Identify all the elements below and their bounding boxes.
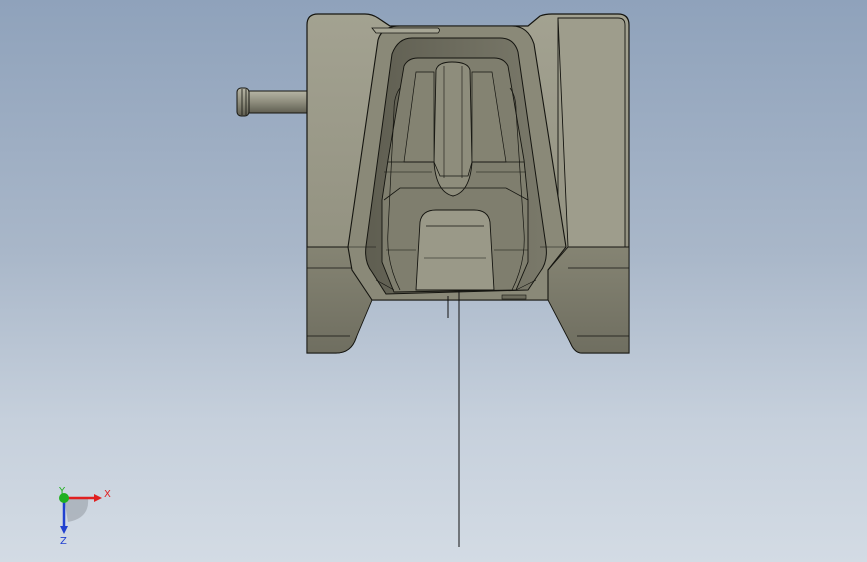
y-axis-label: Y bbox=[58, 486, 66, 497]
x-axis-head bbox=[94, 494, 102, 502]
side-pin[interactable] bbox=[236, 87, 309, 117]
part-body[interactable] bbox=[306, 13, 630, 354]
orientation-triad: X Y Z bbox=[58, 486, 111, 547]
x-axis-label: X bbox=[104, 489, 111, 500]
z-axis-head bbox=[60, 526, 68, 534]
model-view[interactable] bbox=[0, 0, 867, 562]
z-axis-label: Z bbox=[60, 536, 67, 547]
triad-shadow bbox=[64, 498, 89, 522]
graphics-viewport[interactable]: X Y Z bbox=[0, 0, 867, 562]
